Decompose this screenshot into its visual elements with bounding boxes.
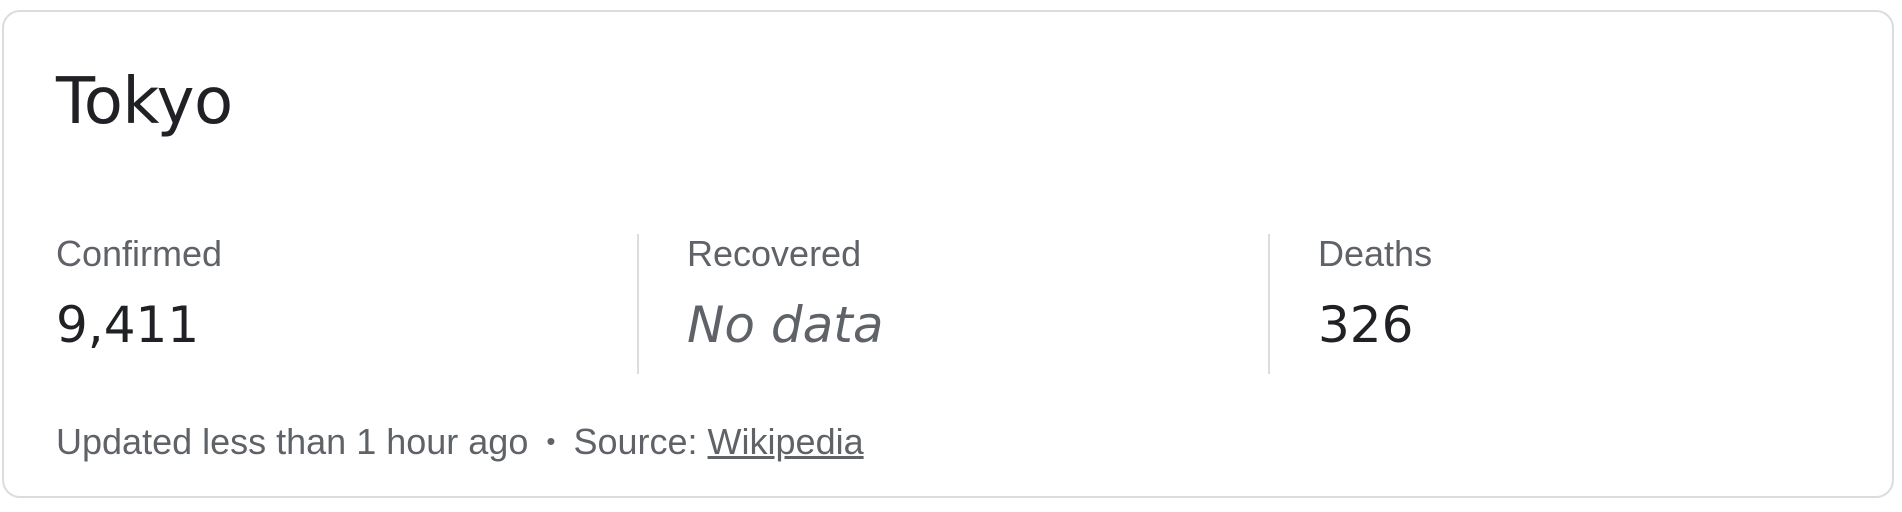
card-footer: Updated less than 1 hour ago • Source: Wik… bbox=[56, 424, 864, 460]
stat-confirmed: Confirmed 9,411 bbox=[56, 222, 616, 374]
stats-row: Confirmed 9,411 Recovered No data Deaths… bbox=[56, 222, 1886, 374]
location-title: Tokyo bbox=[56, 65, 233, 139]
source-link-wikipedia[interactable]: Wikipedia bbox=[708, 421, 864, 462]
stats-card: Tokyo Confirmed 9,411 Recovered No data … bbox=[2, 10, 1894, 498]
stat-value-recovered: No data bbox=[687, 296, 884, 354]
stat-label-recovered: Recovered bbox=[687, 233, 862, 274]
separator-dot: • bbox=[546, 426, 556, 456]
stat-divider bbox=[1268, 234, 1270, 374]
source-label: Source: bbox=[573, 421, 698, 462]
stat-value-confirmed: 9,411 bbox=[56, 296, 200, 354]
stat-value-deaths: 326 bbox=[1318, 296, 1414, 354]
stat-divider bbox=[637, 234, 639, 374]
stat-deaths: Deaths 326 bbox=[1318, 222, 1878, 374]
updated-text: Updated less than 1 hour ago bbox=[56, 421, 529, 462]
stat-recovered: Recovered No data bbox=[687, 222, 1247, 374]
stat-label-confirmed: Confirmed bbox=[56, 233, 223, 274]
stat-label-deaths: Deaths bbox=[1318, 233, 1433, 274]
